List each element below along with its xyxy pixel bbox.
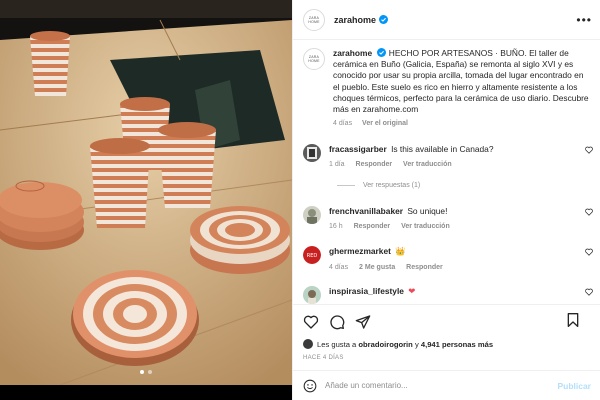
publish-button[interactable]: Publicar — [557, 381, 591, 391]
comment-item: inspirasia_lifestyle ❤ — [303, 286, 593, 304]
verified-icon — [377, 48, 387, 57]
comment-username[interactable]: inspirasia_lifestyle — [329, 286, 404, 296]
comment-username[interactable]: fracassigarber — [329, 144, 387, 154]
commenter-avatar[interactable] — [303, 206, 321, 224]
ceramics-photo — [0, 0, 292, 400]
account-avatar[interactable]: ZARA HOME — [303, 8, 325, 31]
comment-item: fracassigarber Is this available in Cana… — [303, 144, 593, 168]
comments-list[interactable]: ZARA HOME zarahome HECHO POR ARTESANOS ·… — [293, 40, 600, 304]
heart-icon[interactable] — [585, 288, 593, 296]
heart-icon[interactable] — [303, 314, 319, 330]
post-actions: Les gusta a obradoirogorin y 4,941 perso… — [293, 304, 600, 361]
emoji-icon[interactable] — [303, 379, 317, 393]
post-side-panel: ZARA HOME zarahome ••• ZARA HOME zarahom… — [292, 0, 600, 400]
heart-icon[interactable] — [585, 146, 593, 154]
liker-username[interactable]: obradoirogorin — [358, 340, 412, 349]
heart-icon[interactable] — [585, 208, 593, 216]
cup-1 — [30, 31, 70, 96]
verified-icon — [379, 15, 389, 24]
liker-avatar[interactable] — [303, 339, 313, 349]
comment-text: 👑 — [395, 246, 406, 256]
comment-text: ❤ — [408, 286, 416, 296]
commenter-avatar[interactable]: RED — [303, 246, 321, 264]
account-username[interactable]: zarahome — [334, 15, 376, 25]
likes-count[interactable]: 4,941 personas más — [421, 340, 493, 349]
more-icon[interactable]: ••• — [576, 14, 592, 26]
commenter-avatar[interactable] — [303, 286, 321, 304]
comment-username[interactable]: frenchvanillabaker — [329, 206, 403, 216]
caption-age[interactable]: 4 días — [333, 120, 352, 127]
comment-input[interactable] — [325, 381, 558, 390]
caption-prefix: HECHO POR ARTESANOS · BUÑO. — [388, 48, 527, 58]
comment-age[interactable]: 4 días — [329, 264, 348, 271]
view-replies-label: Ver respuestas (1) — [363, 182, 421, 189]
carousel-dot-2[interactable] — [148, 370, 152, 374]
plain-plates — [0, 180, 84, 250]
add-comment-bar: Publicar — [293, 370, 600, 400]
heart-icon[interactable] — [585, 248, 593, 256]
save-icon[interactable] — [565, 312, 581, 328]
likes-prefix: Les gusta a — [317, 339, 357, 349]
comment-item: RED ghermezmarket 👑 4 días 2 Me gusta Re… — [303, 246, 593, 271]
translate-button[interactable]: Ver traducción — [403, 161, 452, 168]
striped-plates-stack — [190, 206, 290, 274]
caption-username[interactable]: zarahome — [333, 48, 372, 58]
comment-icon[interactable] — [329, 314, 345, 330]
comment-text: So unique! — [407, 206, 448, 216]
caption-avatar[interactable]: ZARA HOME — [303, 48, 325, 70]
comment-age[interactable]: 1 día — [329, 161, 345, 168]
cup-3 — [90, 138, 150, 228]
share-icon[interactable] — [355, 314, 371, 330]
post-header: ZARA HOME zarahome ••• — [293, 0, 600, 40]
post-caption: ZARA HOME zarahome HECHO POR ARTESANOS ·… — [293, 40, 600, 127]
likes-connector: y — [414, 339, 419, 349]
caption-meta: 4 días Ver el original — [333, 120, 591, 127]
commenter-avatar[interactable] — [303, 144, 321, 162]
carousel-dot-1[interactable] — [140, 370, 144, 374]
post-image[interactable] — [0, 0, 292, 400]
replies-divider — [337, 185, 355, 186]
comment-text: Is this available in Canada? — [391, 144, 494, 154]
caption-text-block: zarahome HECHO POR ARTESANOS · BUÑO. El … — [333, 48, 591, 115]
view-replies-button[interactable]: Ver respuestas (1) — [337, 182, 420, 189]
avatar-logo-text: ZARA HOME — [308, 15, 320, 24]
reply-button[interactable]: Responder — [356, 161, 393, 168]
comment-age[interactable]: 16 h — [329, 223, 343, 230]
see-original-link[interactable]: Ver el original — [362, 120, 408, 127]
carousel-dots — [0, 370, 292, 374]
svg-text:RED: RED — [307, 253, 318, 259]
likes-summary: Les gusta a obradoirogorin y 4,941 perso… — [303, 339, 591, 349]
comment-item: frenchvanillabaker So unique! 16 h Respo… — [303, 206, 593, 230]
post-time-ago[interactable]: HACE 4 DÍAS — [303, 355, 591, 361]
caption-avatar-logo-text: ZARA HOME — [308, 55, 320, 63]
comment-username[interactable]: ghermezmarket — [329, 246, 391, 256]
cup-4 — [158, 122, 216, 208]
striped-plate-front — [71, 270, 199, 366]
comment-likes[interactable]: 2 Me gusta — [359, 264, 395, 271]
reply-button[interactable]: Responder — [354, 223, 391, 230]
translate-button[interactable]: Ver traducción — [401, 223, 450, 230]
reply-button[interactable]: Responder — [406, 264, 443, 271]
